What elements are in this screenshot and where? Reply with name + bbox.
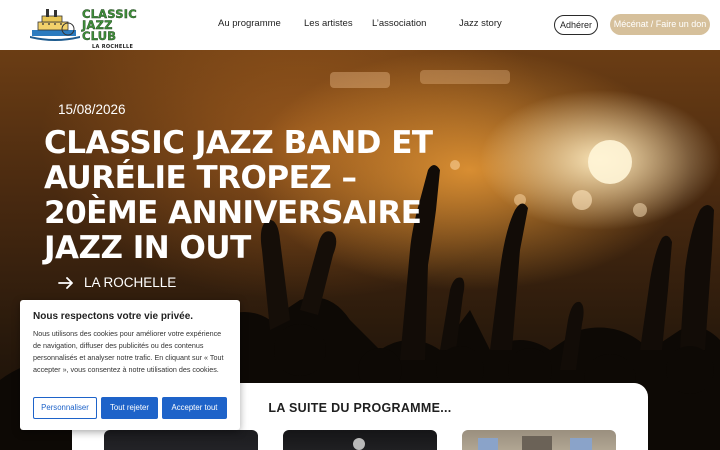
programme-card[interactable]	[283, 430, 437, 450]
nav-item-jazz-story[interactable]: Jazz story	[459, 18, 502, 29]
cookie-actions: Personnaliser Tout rejeter Accepter tout	[33, 397, 227, 419]
event-date: 15/08/2026	[58, 102, 126, 117]
card-photo-detail	[478, 438, 498, 450]
adherer-button[interactable]: Adhérer	[554, 15, 598, 35]
event-location-label: LA ROCHELLE	[84, 275, 177, 290]
cookie-title: Nous respectons votre vie privée.	[33, 311, 194, 322]
site-header: CLASSIC JAZZ CLUB LA ROCHELLE Au program…	[0, 0, 720, 50]
card-photo-detail	[570, 438, 592, 450]
programme-card[interactable]	[104, 430, 258, 450]
logo-line-jazz-club: JAZZ CLUB	[82, 18, 117, 43]
logo-line-city: LA ROCHELLE	[92, 44, 134, 50]
card-photo-detail	[353, 438, 365, 450]
event-title: CLASSIC JAZZ BAND ET AURÉLIE TROPEZ – 20…	[44, 125, 433, 266]
event-location[interactable]: LA ROCHELLE	[58, 275, 176, 290]
cookie-consent-banner: Nous respectons votre vie privée. Nous u…	[20, 300, 240, 430]
cookie-text: Nous utilisons des cookies pour améliore…	[33, 329, 224, 374]
cookie-accept-button[interactable]: Accepter tout	[162, 397, 227, 419]
card-photo-detail	[522, 436, 552, 450]
nav-item-les-artistes[interactable]: Les artistes	[304, 18, 353, 29]
riverboat-logo-icon	[30, 9, 80, 41]
logo-text: CLASSIC JAZZ CLUB LA ROCHELLE	[82, 8, 144, 50]
cookie-customize-button[interactable]: Personnaliser	[33, 397, 97, 419]
programme-card[interactable]	[462, 430, 616, 450]
nav-item-association[interactable]: L’association	[372, 18, 426, 29]
site-logo[interactable]: CLASSIC JAZZ CLUB LA ROCHELLE	[30, 8, 142, 50]
cookie-reject-button[interactable]: Tout rejeter	[101, 397, 158, 419]
nav-item-au-programme[interactable]: Au programme	[218, 18, 281, 29]
donate-button[interactable]: Mécénat / Faire un don	[610, 14, 710, 35]
arrow-right-icon	[58, 276, 73, 289]
